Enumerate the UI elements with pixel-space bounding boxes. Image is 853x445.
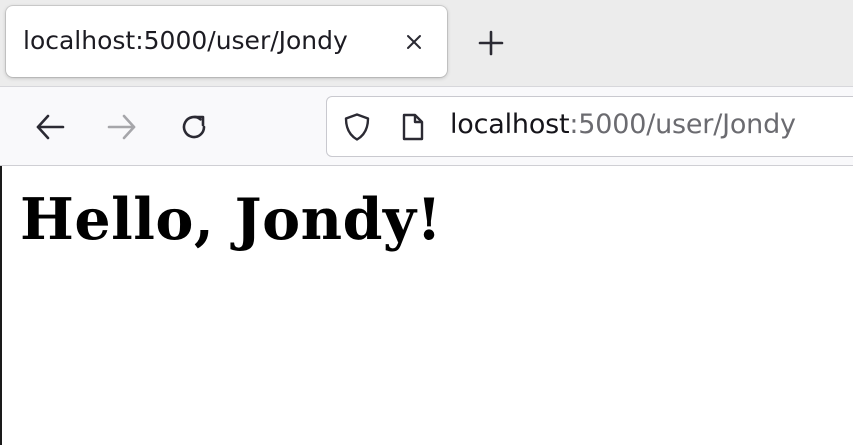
plus-icon xyxy=(478,30,504,56)
arrow-left-icon xyxy=(34,111,66,143)
active-tab[interactable]: localhost:5000/user/Jondy xyxy=(6,6,447,77)
new-tab-button[interactable] xyxy=(474,26,508,60)
url-text[interactable]: localhost:5000/user/Jondy xyxy=(450,109,796,140)
shield-icon[interactable] xyxy=(341,111,373,143)
navigation-toolbar: localhost:5000/user/Jondy xyxy=(0,86,853,166)
arrow-right-icon xyxy=(106,111,138,143)
forward-button[interactable] xyxy=(102,107,142,147)
reload-icon xyxy=(178,111,210,143)
close-icon[interactable] xyxy=(402,30,426,54)
page-heading: Hello, Jondy! xyxy=(20,186,443,253)
document-icon[interactable] xyxy=(397,111,429,143)
browser-window: localhost:5000/user/Jondy localhost:5000… xyxy=(0,0,853,445)
tab-title: localhost:5000/user/Jondy xyxy=(23,26,348,55)
page-content: Hello, Jondy! xyxy=(0,166,853,445)
reload-button[interactable] xyxy=(174,107,214,147)
url-host: localhost xyxy=(450,109,570,140)
back-button[interactable] xyxy=(30,107,70,147)
url-path: :5000/user/Jondy xyxy=(569,109,796,140)
address-bar[interactable]: localhost:5000/user/Jondy xyxy=(326,96,853,157)
tab-strip: localhost:5000/user/Jondy xyxy=(0,0,853,86)
